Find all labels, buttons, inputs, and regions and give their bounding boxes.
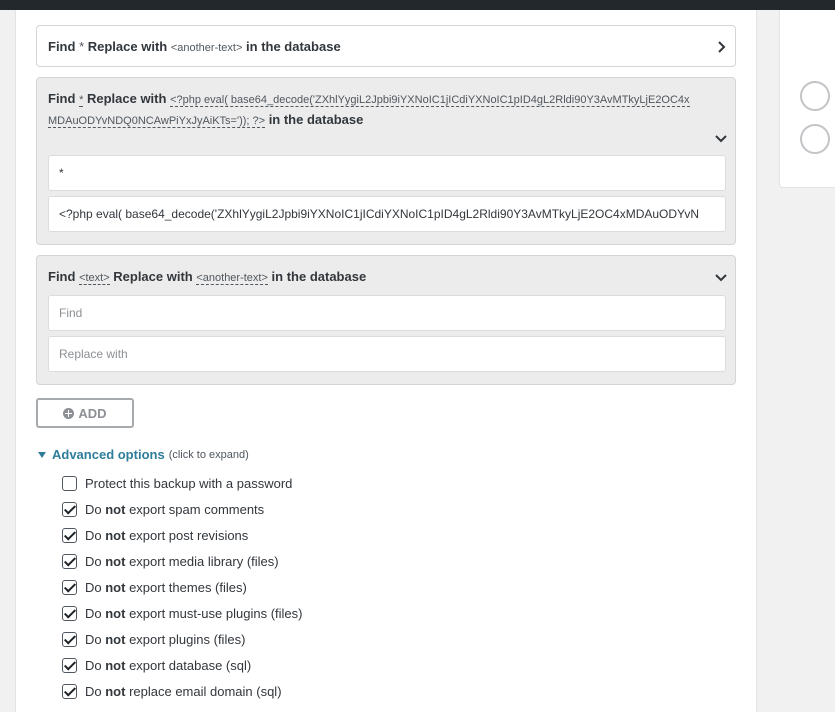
option-no-media-library[interactable]: Do not export media library (files) [62,552,279,570]
option-no-database[interactable]: Do not export database (sql) [62,656,251,674]
rule-2-title: Find * Replace with <?php eval( base64_d… [48,89,695,131]
find-replace-rule-2: Find * Replace with <?php eval( base64_d… [36,77,736,245]
find-input[interactable]: Find [48,295,726,331]
advanced-title: Advanced options [52,447,165,462]
replace-label: Replace with [113,269,193,284]
option-label: Protect this backup with a password [85,475,293,491]
side-panel [779,10,835,188]
option-label: Do not export media library (files) [85,553,279,569]
option-label: Do not replace email domain (sql) [85,683,282,699]
checkbox[interactable] [62,631,77,647]
checkbox[interactable] [62,527,77,543]
option-no-themes[interactable]: Do not export themes (files) [62,578,247,596]
option-no-email-domain[interactable]: Do not replace email domain (sql) [62,682,282,700]
rule-suffix: in the database [271,269,367,284]
option-no-plugins[interactable]: Do not export plugins (files) [62,630,245,648]
rule-1-title: Find * Replace with <another-text> in th… [48,37,705,58]
replace-input[interactable]: Replace with [48,336,726,372]
checkbox[interactable] [62,605,77,621]
advanced-hint: (click to expand) [168,448,249,461]
triangle-down-icon [38,451,46,458]
find-label: Find [48,91,76,106]
rule-suffix: in the database [246,39,341,54]
checkbox[interactable] [62,683,77,699]
advanced-options-toggle[interactable]: Advanced options (click to expand) [38,447,249,462]
replace-input[interactable]: <?php eval( base64_decode('ZXhlYygiL2Jpb… [48,196,726,232]
checkbox[interactable] [62,579,77,595]
replace-label: Replace with [86,91,167,106]
radio-option-1[interactable] [800,81,830,111]
checkbox[interactable] [62,657,77,673]
rule-suffix: in the database [268,112,364,127]
option-label: Do not export plugins (files) [85,631,246,647]
option-label: Do not export spam comments [85,501,265,517]
plus-circle-icon [63,407,75,419]
chevron-right-icon[interactable] [715,41,727,53]
find-replace-rule-3: Find <text> Replace with <another-text> … [36,255,736,385]
option-password[interactable]: Protect this backup with a password [62,474,292,492]
admin-top-bar [0,0,835,10]
find-label: Find [48,39,76,54]
add-label: ADD [78,405,107,421]
find-code: * [79,39,85,54]
option-no-must-use-plugins[interactable]: Do not export must-use plugins (files) [62,604,302,622]
checkbox[interactable] [62,553,77,569]
find-label: Find [48,269,76,284]
replace-code: <another-text> [196,272,268,285]
add-rule-button[interactable]: ADD [36,398,134,428]
find-code: <text> [79,272,110,285]
replace-code: <another-text> [170,42,243,54]
chevron-down-icon[interactable] [715,271,727,283]
checkbox[interactable] [62,475,77,491]
rule-3-title: Find <text> Replace with <another-text> … [48,267,705,288]
option-label: Do not export themes (files) [85,579,247,595]
radio-option-2[interactable] [800,124,830,154]
replace-label: Replace with [87,39,168,54]
find-code: * [79,94,84,107]
option-label: Do not export post revisions [85,527,249,543]
chevron-down-icon[interactable] [715,132,727,144]
option-label: Do not export database (sql) [85,657,252,673]
option-label: Do not export must-use plugins (files) [85,605,303,621]
option-no-post-revisions[interactable]: Do not export post revisions [62,526,248,544]
option-no-spam-comments[interactable]: Do not export spam comments [62,500,264,518]
find-replace-rule-1[interactable]: Find * Replace with <another-text> in th… [36,25,736,67]
find-input[interactable]: * [48,155,726,191]
checkbox[interactable] [62,501,77,517]
